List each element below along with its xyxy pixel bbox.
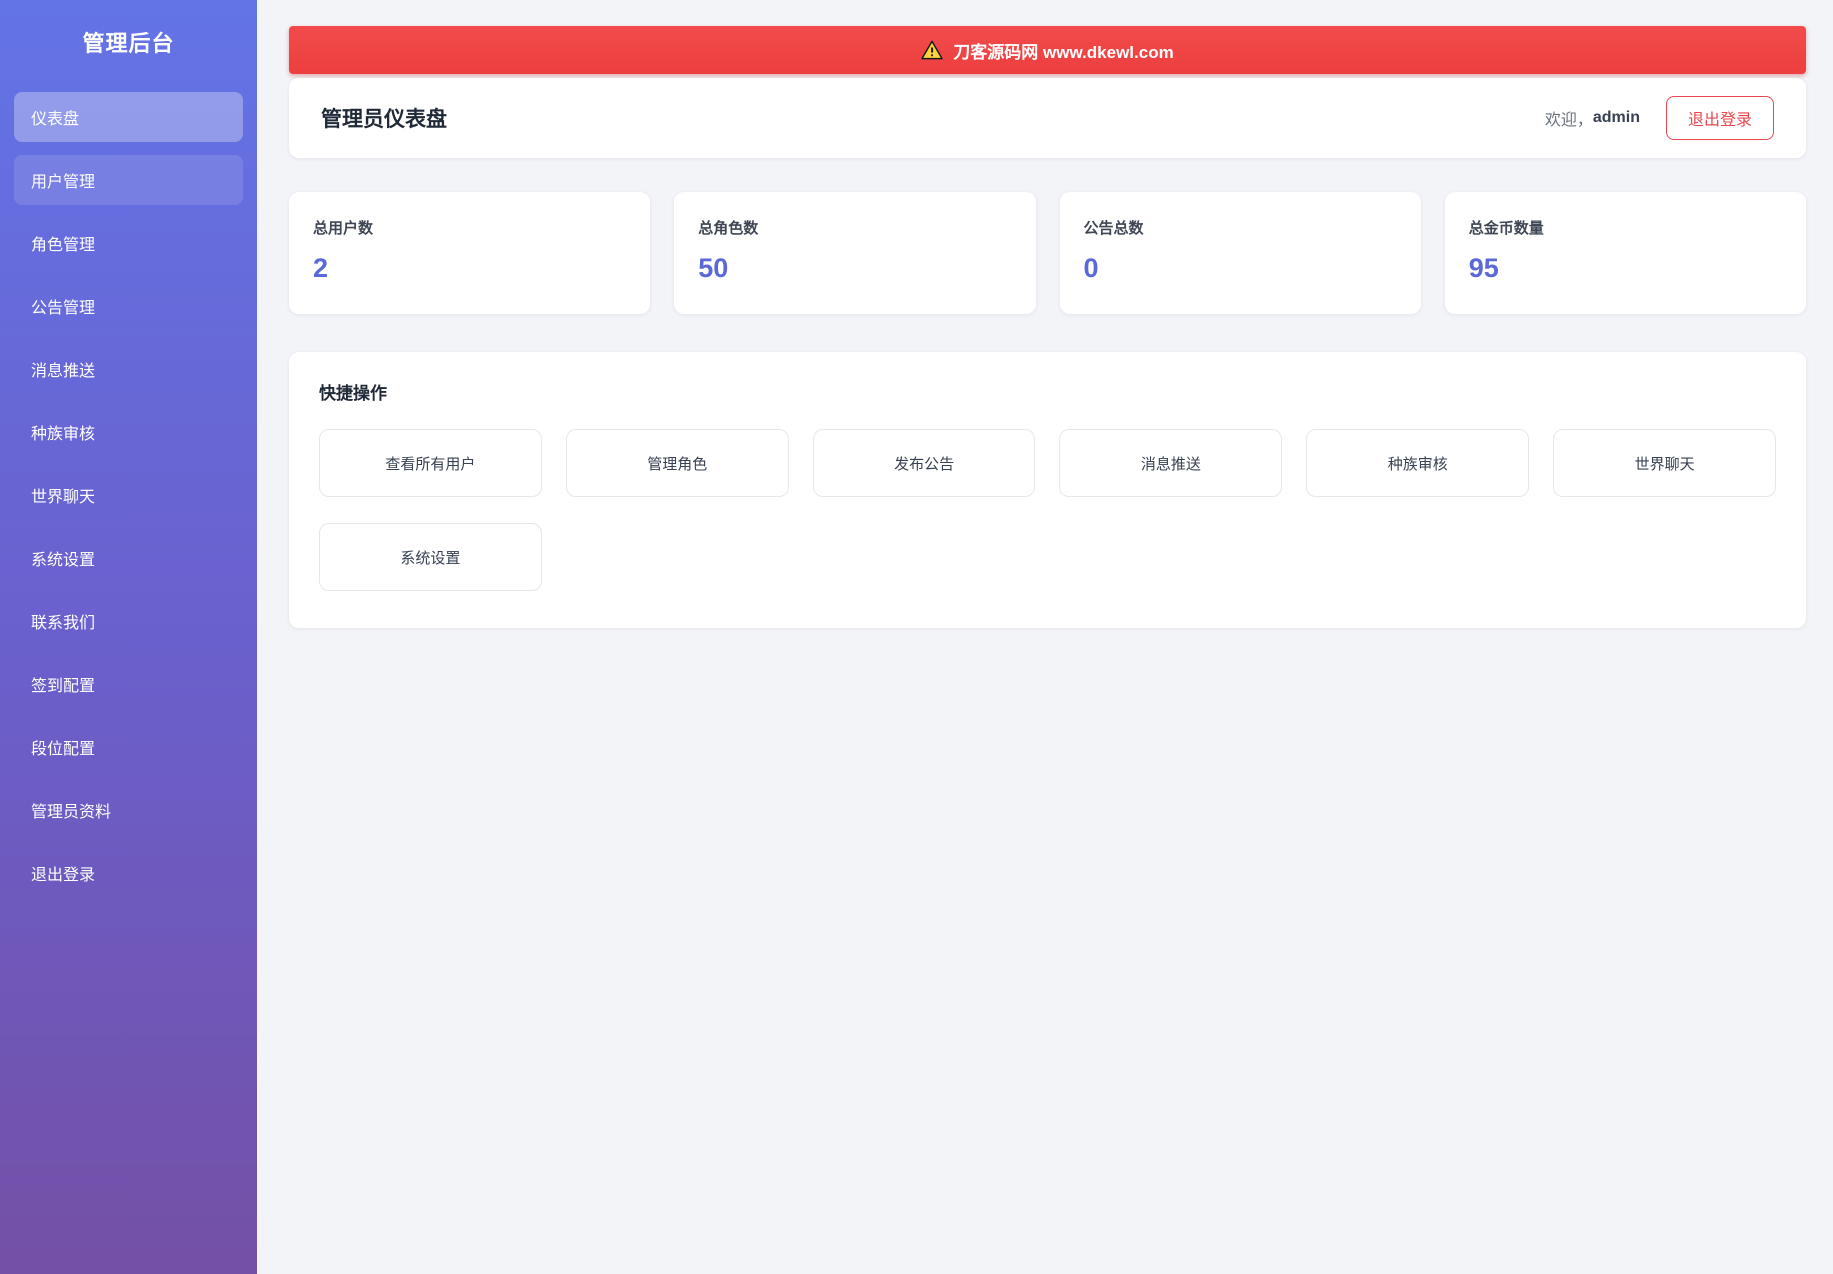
stat-value: 2 [313,253,329,283]
sidebar-item-label: 管理员资料 [31,804,112,821]
quick-action-button[interactable]: 种族审核 [1306,429,1530,497]
quick-action-button[interactable]: 管理角色 [565,429,789,497]
stat-value: 95 [1468,253,1499,283]
sidebar-item-label: 系统设置 [31,552,96,569]
sidebar-item[interactable]: 世界聊天 [14,470,243,520]
sidebar-item-label: 用户管理 [31,174,96,191]
stat-card: 公告总数 0 [1059,192,1421,314]
sidebar-item-label: 公告管理 [31,300,96,317]
sidebar-item[interactable]: 管理员资料 [14,785,243,835]
sidebar-item[interactable]: 角色管理 [14,218,243,268]
quick-actions-panel: 快捷操作 查看所有用户 管理角色 发布公告 消息推送 种族审核 世界聊天系统设置 [289,352,1806,628]
logout-button[interactable]: 退出登录 [1665,96,1774,140]
sidebar-item[interactable]: 系统设置 [14,533,243,583]
sidebar-item[interactable]: 消息推送 [14,344,243,394]
stat-label: 总金币数量 [1468,220,1544,237]
sidebar-item-label: 签到配置 [31,678,96,695]
welcome-text: 欢迎， [1544,112,1593,129]
sidebar-item[interactable]: 段位配置 [14,722,243,772]
quick-action-button[interactable]: 系统设置 [319,523,542,591]
quick-action-button[interactable]: 发布公告 [812,429,1036,497]
sidebar-item[interactable]: 仪表盘 [14,92,243,142]
sidebar-item[interactable]: 退出登录 [14,848,243,898]
username: admin [1592,109,1640,126]
main-content: 刀客源码网 www.dkewl.com 管理员仪表盘 欢迎， admin 退出登… [257,0,1833,1274]
sidebar-item-label: 世界聊天 [31,489,96,506]
notice-banner: 刀客源码网 www.dkewl.com [289,26,1806,74]
sidebar-item-label: 仪表盘 [31,111,80,128]
quick-action-button[interactable]: 世界聊天 [1553,429,1776,497]
stat-card: 总用户数 2 [289,192,651,314]
stats-row: 总用户数 2 总角色数 50 公告总数 0 总金币数量 95 [289,192,1806,314]
stat-label: 总用户数 [313,220,374,237]
sidebar-item-label: 退出登录 [31,867,96,884]
quick-action-button[interactable]: 查看所有用户 [319,429,542,497]
warning-icon [921,40,944,60]
sidebar-item[interactable]: 种族审核 [14,407,243,457]
quick-action-button[interactable]: 消息推送 [1059,429,1283,497]
sidebar-nav: 仪表盘 用户管理 角色管理 公告管理 消息推送 种族审核 世界聊天 系统设置 联… [0,92,257,898]
sidebar-item[interactable]: 联系我们 [14,596,243,646]
page-header: 管理员仪表盘 欢迎， admin 退出登录 [289,78,1806,158]
sidebar-item-label: 段位配置 [31,741,96,758]
stat-label: 公告总数 [1083,220,1144,237]
stat-value: 50 [698,253,729,283]
quick-actions-title: 快捷操作 [319,384,387,403]
sidebar-item-label: 消息推送 [31,363,96,380]
quick-actions-grid: 查看所有用户 管理角色 发布公告 消息推送 种族审核 世界聊天系统设置 [319,429,1776,591]
header-right: 欢迎， admin 退出登录 [1545,96,1774,140]
stat-value: 0 [1083,253,1099,283]
stat-card: 总角色数 50 [674,192,1036,314]
sidebar: 管理后台 仪表盘 用户管理 角色管理 公告管理 消息推送 种族审核 世界聊天 系… [0,0,257,1274]
sidebar-item[interactable]: 公告管理 [14,281,243,331]
stat-label: 总角色数 [698,220,759,237]
page-title: 管理员仪表盘 [321,108,447,131]
sidebar-item-label: 角色管理 [31,237,96,254]
sidebar-item[interactable]: 用户管理 [14,155,243,205]
stat-card: 总金币数量 95 [1444,192,1806,314]
sidebar-item[interactable]: 签到配置 [14,659,243,709]
sidebar-item-label: 种族审核 [31,426,96,443]
notice-banner-text: 刀客源码网 www.dkewl.com [953,42,1174,62]
app-title: 管理后台 [82,31,175,56]
sidebar-item-label: 联系我们 [31,615,96,632]
